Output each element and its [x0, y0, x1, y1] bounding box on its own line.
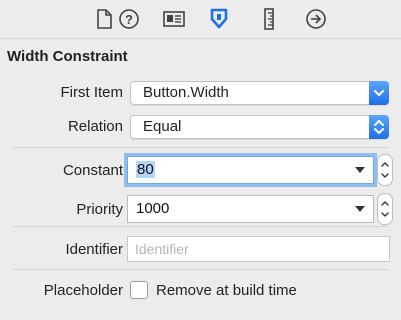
priority-stepper[interactable]: [377, 193, 393, 225]
help-icon[interactable]: ?: [116, 6, 142, 32]
inspector-toolbar: ?: [0, 0, 401, 38]
priority-combo[interactable]: 1000: [127, 195, 374, 223]
priority-label: Priority: [76, 201, 123, 218]
connections-icon[interactable]: [303, 6, 329, 32]
divider: [12, 147, 389, 148]
priority-value[interactable]: 1000: [136, 200, 169, 217]
relation-value: Equal: [143, 118, 182, 135]
chevron-down-icon[interactable]: [355, 167, 365, 173]
remove-at-build-time-checkbox[interactable]: [130, 281, 148, 299]
toolbar-divider: [0, 38, 401, 39]
first-item-value: Button.Width: [143, 84, 229, 101]
constant-label: Constant: [62, 162, 123, 179]
constant-stepper[interactable]: [377, 154, 393, 186]
identifier-label: Identifier: [65, 241, 123, 258]
first-item-label: First Item: [60, 84, 124, 101]
file-icon[interactable]: [91, 6, 117, 32]
identifier-placeholder: Identifier: [135, 241, 189, 257]
divider: [12, 269, 389, 270]
relation-popup[interactable]: Equal: [130, 115, 389, 139]
constant-value[interactable]: 80: [136, 161, 155, 178]
constant-value-text: 80: [136, 161, 155, 178]
remove-at-build-time-label[interactable]: Remove at build time: [156, 282, 297, 299]
attributes-icon[interactable]: [206, 6, 232, 32]
up-down-chevron-icon: [369, 115, 389, 139]
identity-icon[interactable]: [161, 6, 187, 32]
svg-text:?: ?: [125, 12, 133, 27]
chevron-down-icon[interactable]: [355, 206, 365, 212]
identifier-field[interactable]: Identifier: [127, 236, 390, 262]
constant-combo[interactable]: 80: [127, 156, 374, 184]
ruler-icon[interactable]: [256, 6, 282, 32]
first-item-popup[interactable]: Button.Width: [130, 81, 389, 105]
chevron-down-icon: [369, 81, 389, 105]
placeholder-label: Placeholder: [43, 282, 123, 299]
section-title: Width Constraint: [7, 48, 128, 65]
divider: [12, 226, 389, 227]
relation-label: Relation: [67, 118, 123, 135]
